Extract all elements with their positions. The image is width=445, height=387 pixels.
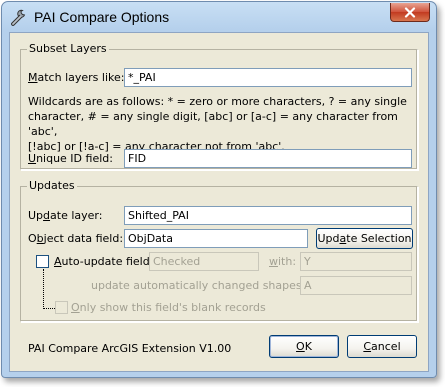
tree-connector-horizontal <box>43 308 55 309</box>
close-icon <box>404 6 416 18</box>
auto-update-checkbox[interactable] <box>36 255 49 268</box>
unique-id-label: Unique ID field: <box>28 152 113 165</box>
subset-layers-legend: Subset Layers <box>27 42 109 55</box>
title-bar[interactable]: PAI Compare Options <box>2 2 436 32</box>
auto-update-label[interactable]: Auto-update field <box>54 255 150 268</box>
dialog-window: PAI Compare Options Subset Layers Match … <box>1 1 437 378</box>
auto-update-value-input[interactable]: Checked <box>149 252 259 271</box>
object-data-field-input[interactable]: ObjData <box>124 229 308 248</box>
object-data-field-label: Object data field: <box>28 232 124 245</box>
with-label: with: <box>269 255 297 268</box>
ok-button[interactable]: OK <box>269 335 339 358</box>
only-show-blank-label[interactable]: Only show this field's blank records <box>71 301 266 314</box>
match-layers-input[interactable]: *_PAI <box>124 68 412 87</box>
cancel-button[interactable]: Cancel <box>347 335 417 358</box>
window-title: PAI Compare Options <box>34 9 170 25</box>
match-layers-label: Match layers like: <box>28 71 125 84</box>
with-value-input[interactable]: Y <box>300 252 412 271</box>
wildcard-help-text: Wildcards are as follows: * = zero or mo… <box>28 94 423 154</box>
changed-shapes-label: update automatically changed shapes with… <box>91 279 333 292</box>
update-layer-label: Update layer: <box>28 209 103 222</box>
updates-legend: Updates <box>27 179 77 192</box>
changed-shapes-input[interactable]: A <box>300 276 412 295</box>
wildcard-line-2: character, # = any single digit, [abc] o… <box>28 110 398 138</box>
version-text: PAI Compare ArcGIS Extension V1.00 <box>28 342 232 355</box>
only-show-blank-checkbox[interactable] <box>55 301 68 314</box>
update-layer-input[interactable]: Shifted_PAI <box>124 206 412 225</box>
wildcard-line-1: Wildcards are as follows: * = zero or mo… <box>28 95 407 108</box>
tree-connector-vertical <box>43 269 44 309</box>
unique-id-input[interactable]: FID <box>124 149 412 168</box>
wrench-icon <box>11 9 26 26</box>
update-selection-button[interactable]: Upd a te Selection <box>316 228 413 249</box>
close-button[interactable] <box>390 3 430 22</box>
dialog-client-area: Subset Layers Match layers like: *_PAI W… <box>9 32 429 372</box>
